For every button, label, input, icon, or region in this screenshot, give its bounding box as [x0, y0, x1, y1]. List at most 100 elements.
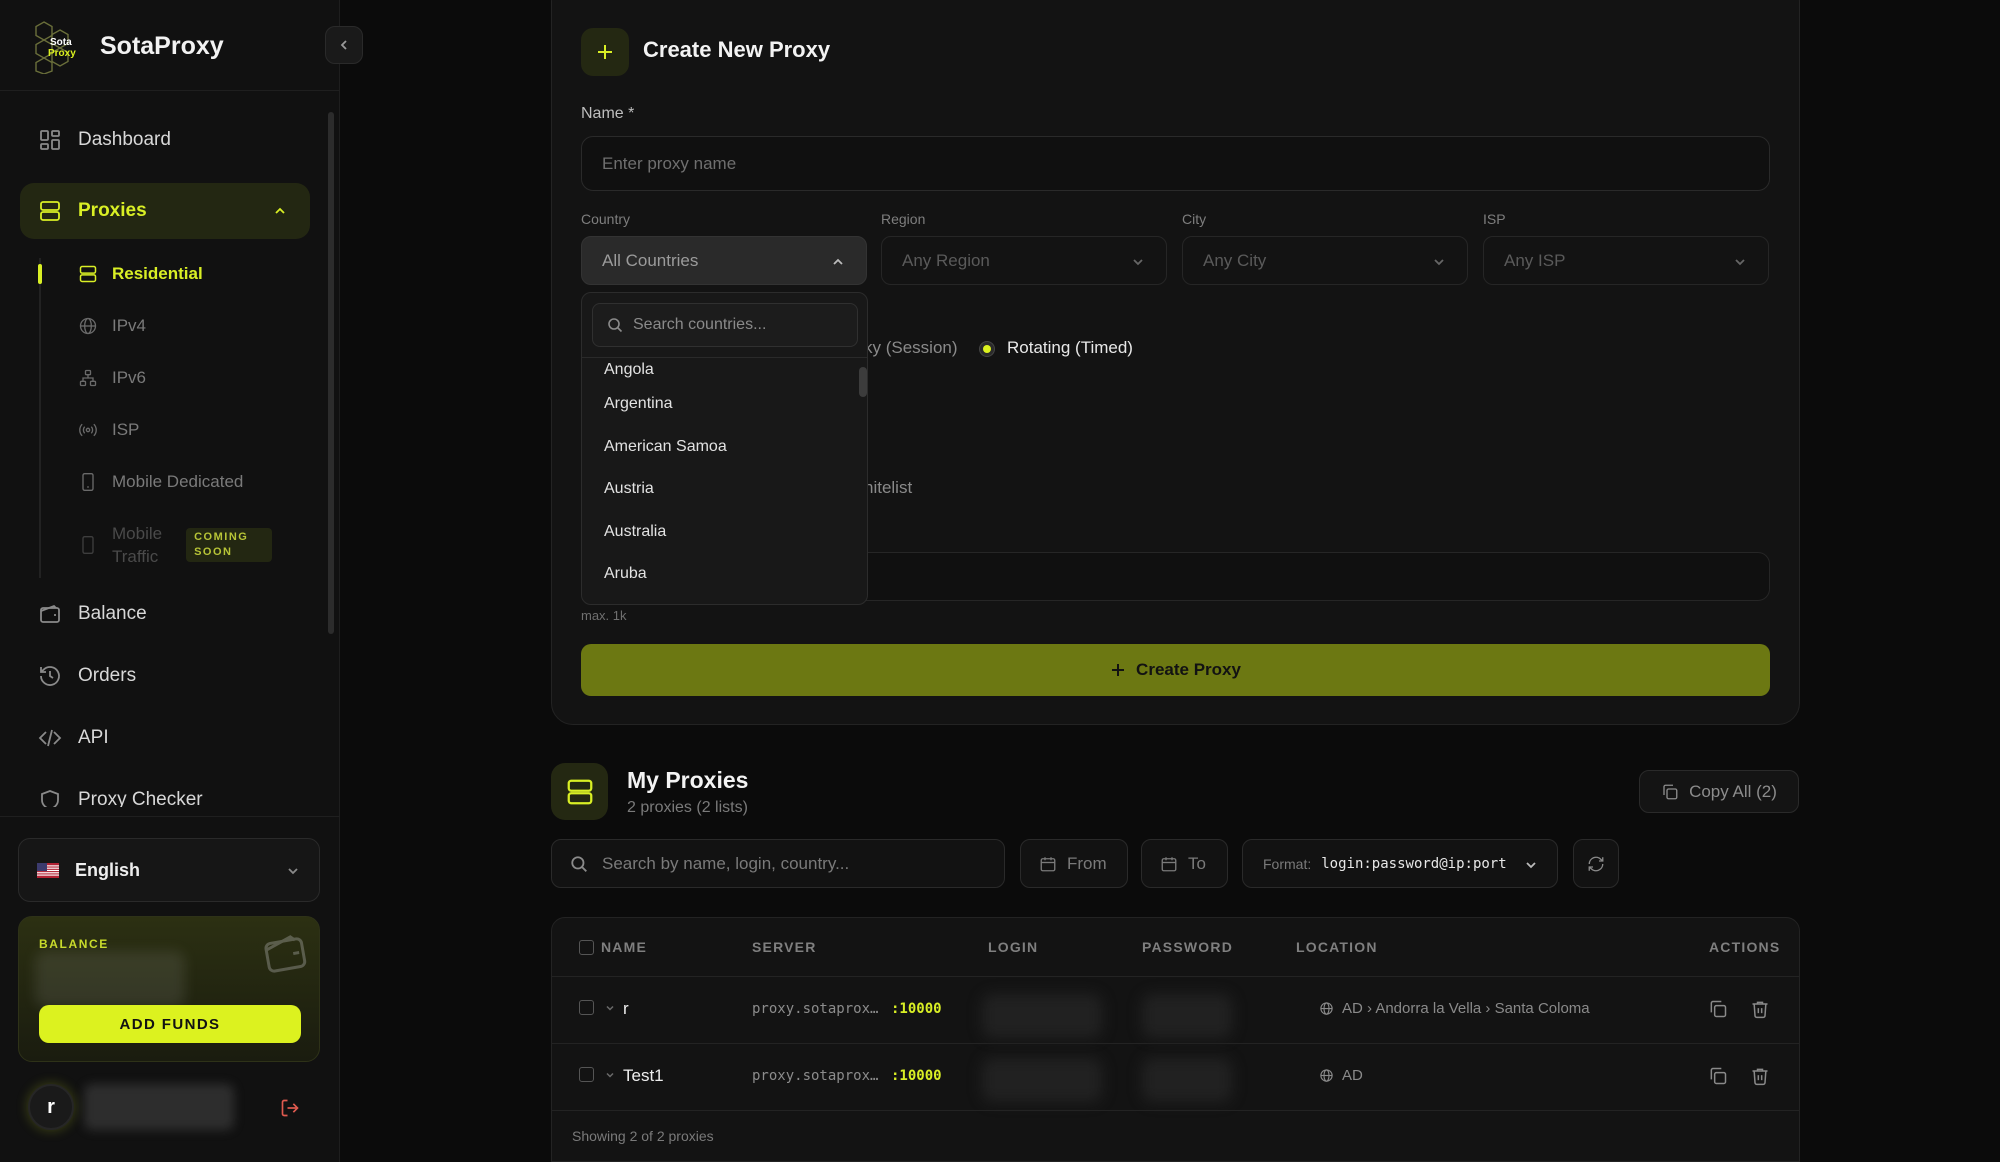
- server-icon: [79, 265, 97, 283]
- column-header-login: LOGIN: [988, 939, 1039, 955]
- collapse-sidebar-button[interactable]: [325, 26, 363, 64]
- dropdown-scrollbar[interactable]: [859, 367, 867, 397]
- isp-select-value: Any ISP: [1504, 250, 1566, 270]
- brand[interactable]: Sota Proxy SotaProxy: [30, 18, 224, 74]
- chevron-down-icon: [288, 868, 298, 875]
- sidebar-bottom-divider: [0, 816, 340, 817]
- copy-all-button[interactable]: Copy All (2): [1639, 770, 1799, 813]
- login-blurred[interactable]: [982, 994, 1102, 1038]
- chevron-down-icon: [1133, 259, 1143, 266]
- row-checkbox[interactable]: [579, 1067, 594, 1082]
- city-label: City: [1182, 211, 1207, 227]
- password-blurred[interactable]: [1142, 1058, 1232, 1102]
- proxy-search-input[interactable]: [602, 853, 982, 874]
- chevron-down-icon[interactable]: [604, 1069, 616, 1081]
- sidebar-divider: [0, 90, 340, 91]
- chevron-down-icon: [1526, 862, 1536, 869]
- globe-icon: [79, 317, 97, 335]
- user-row: r: [28, 1084, 318, 1134]
- proxy-location: AD › Andorra la Vella › Santa Coloma: [1319, 1000, 1590, 1017]
- sidebar-item-ipv4[interactable]: IPv4: [78, 306, 146, 346]
- select-all-checkbox[interactable]: [579, 940, 594, 955]
- login-blurred[interactable]: [982, 1058, 1102, 1102]
- sotaproxy-logo-icon: Sota Proxy: [35, 21, 76, 74]
- country-option[interactable]: Angola: [582, 359, 867, 383]
- trash-icon[interactable]: [1750, 1066, 1770, 1086]
- country-option[interactable]: Aruba: [582, 553, 867, 596]
- max-hint: max. 1k: [581, 608, 627, 623]
- svg-text:Proxy: Proxy: [48, 48, 76, 59]
- sidebar-item-label: IPv6: [112, 368, 147, 387]
- sidebar-item-mobile-dedicated[interactable]: Mobile Dedicated: [78, 462, 243, 502]
- copy-icon[interactable]: [1708, 999, 1728, 1019]
- rotating-option-label[interactable]: Rotating (Timed): [1007, 338, 1133, 358]
- region-select[interactable]: Any Region: [881, 236, 1167, 285]
- format-select[interactable]: Format: login:password@ip:port: [1242, 839, 1558, 888]
- country-option[interactable]: Australia: [582, 511, 867, 554]
- balance-card: BALANCE ADD FUNDS: [18, 916, 320, 1062]
- chevron-down-icon: [1434, 259, 1444, 266]
- sidebar-item-label: Residential: [112, 264, 203, 283]
- proxy-port: :10000: [891, 1001, 942, 1017]
- proxy-name: r: [623, 999, 629, 1018]
- nav-balance[interactable]: Balance: [20, 586, 310, 642]
- dashboard-icon: [40, 130, 60, 150]
- nav-api[interactable]: API: [20, 710, 310, 766]
- nav-dashboard[interactable]: Dashboard: [20, 112, 310, 168]
- proxy-search[interactable]: [551, 839, 1005, 888]
- globe-icon: [1320, 1069, 1333, 1082]
- date-to-label: To: [1188, 853, 1206, 873]
- country-search-input[interactable]: [633, 316, 833, 334]
- copy-icon[interactable]: [1708, 1066, 1728, 1086]
- nav-orders[interactable]: Orders: [20, 648, 310, 704]
- proxy-name-input[interactable]: [581, 136, 1770, 191]
- trash-icon[interactable]: [1750, 999, 1770, 1019]
- logout-icon[interactable]: [280, 1098, 300, 1118]
- isp-select[interactable]: Any ISP: [1483, 236, 1769, 285]
- subnav-active-indicator: [38, 264, 42, 284]
- proxy-location: AD: [1319, 1067, 1363, 1084]
- column-header-name[interactable]: NAME: [601, 939, 647, 955]
- language-select[interactable]: English: [18, 838, 320, 902]
- sidebar-item-residential[interactable]: Residential: [78, 254, 203, 294]
- whitelist-option-label[interactable]: hitelist: [864, 478, 912, 498]
- country-option[interactable]: Argentina: [582, 383, 867, 426]
- sticky-session-option-label[interactable]: ky (Session): [864, 338, 958, 358]
- wallet-icon: [264, 935, 307, 973]
- svg-text:Sota: Sota: [50, 37, 72, 48]
- column-header-location: LOCATION: [1296, 939, 1378, 955]
- city-select-value: Any City: [1203, 250, 1267, 270]
- sidebar-item-label: Mobile Traffic: [112, 524, 163, 566]
- refresh-button[interactable]: [1573, 839, 1619, 888]
- name-label: Name *: [581, 105, 635, 122]
- country-search[interactable]: [592, 303, 858, 347]
- city-select[interactable]: Any City: [1182, 236, 1468, 285]
- create-proxy-button[interactable]: Create Proxy: [581, 644, 1770, 696]
- rotating-radio[interactable]: [979, 341, 995, 357]
- sidebar-item-isp[interactable]: ISP: [78, 410, 139, 450]
- nav-proxies[interactable]: Proxies: [20, 183, 310, 239]
- country-list: Angola Argentina American Samoa Austria …: [582, 359, 867, 596]
- sidebar-item-label: ISP: [112, 420, 140, 439]
- country-option[interactable]: Austria: [582, 468, 867, 511]
- date-from-button[interactable]: From: [1020, 839, 1128, 888]
- add-funds-button[interactable]: ADD FUNDS: [39, 1005, 301, 1043]
- country-option[interactable]: American Samoa: [582, 426, 867, 469]
- row-checkbox[interactable]: [579, 1000, 594, 1015]
- nav-proxy-checker[interactable]: Proxy Checker: [20, 772, 310, 807]
- sidebar-item-ipv6[interactable]: IPv6: [78, 358, 146, 398]
- search-icon: [571, 855, 587, 872]
- chevron-up-icon[interactable]: [272, 203, 288, 219]
- chevron-down-icon: [1735, 259, 1745, 266]
- calendar-icon: [1040, 856, 1056, 871]
- sidebar-scrollbar[interactable]: [328, 112, 334, 634]
- isp-label: ISP: [1483, 211, 1506, 227]
- proxy-server: proxy.sotaprox…: [752, 1001, 879, 1017]
- chevron-down-icon[interactable]: [604, 1002, 616, 1014]
- date-to-button[interactable]: To: [1141, 839, 1228, 888]
- avatar[interactable]: r: [28, 1084, 74, 1130]
- password-blurred[interactable]: [1142, 994, 1232, 1038]
- server-icon: [567, 779, 592, 804]
- smartphone-icon: [82, 536, 94, 554]
- country-select[interactable]: All Countries: [581, 236, 867, 285]
